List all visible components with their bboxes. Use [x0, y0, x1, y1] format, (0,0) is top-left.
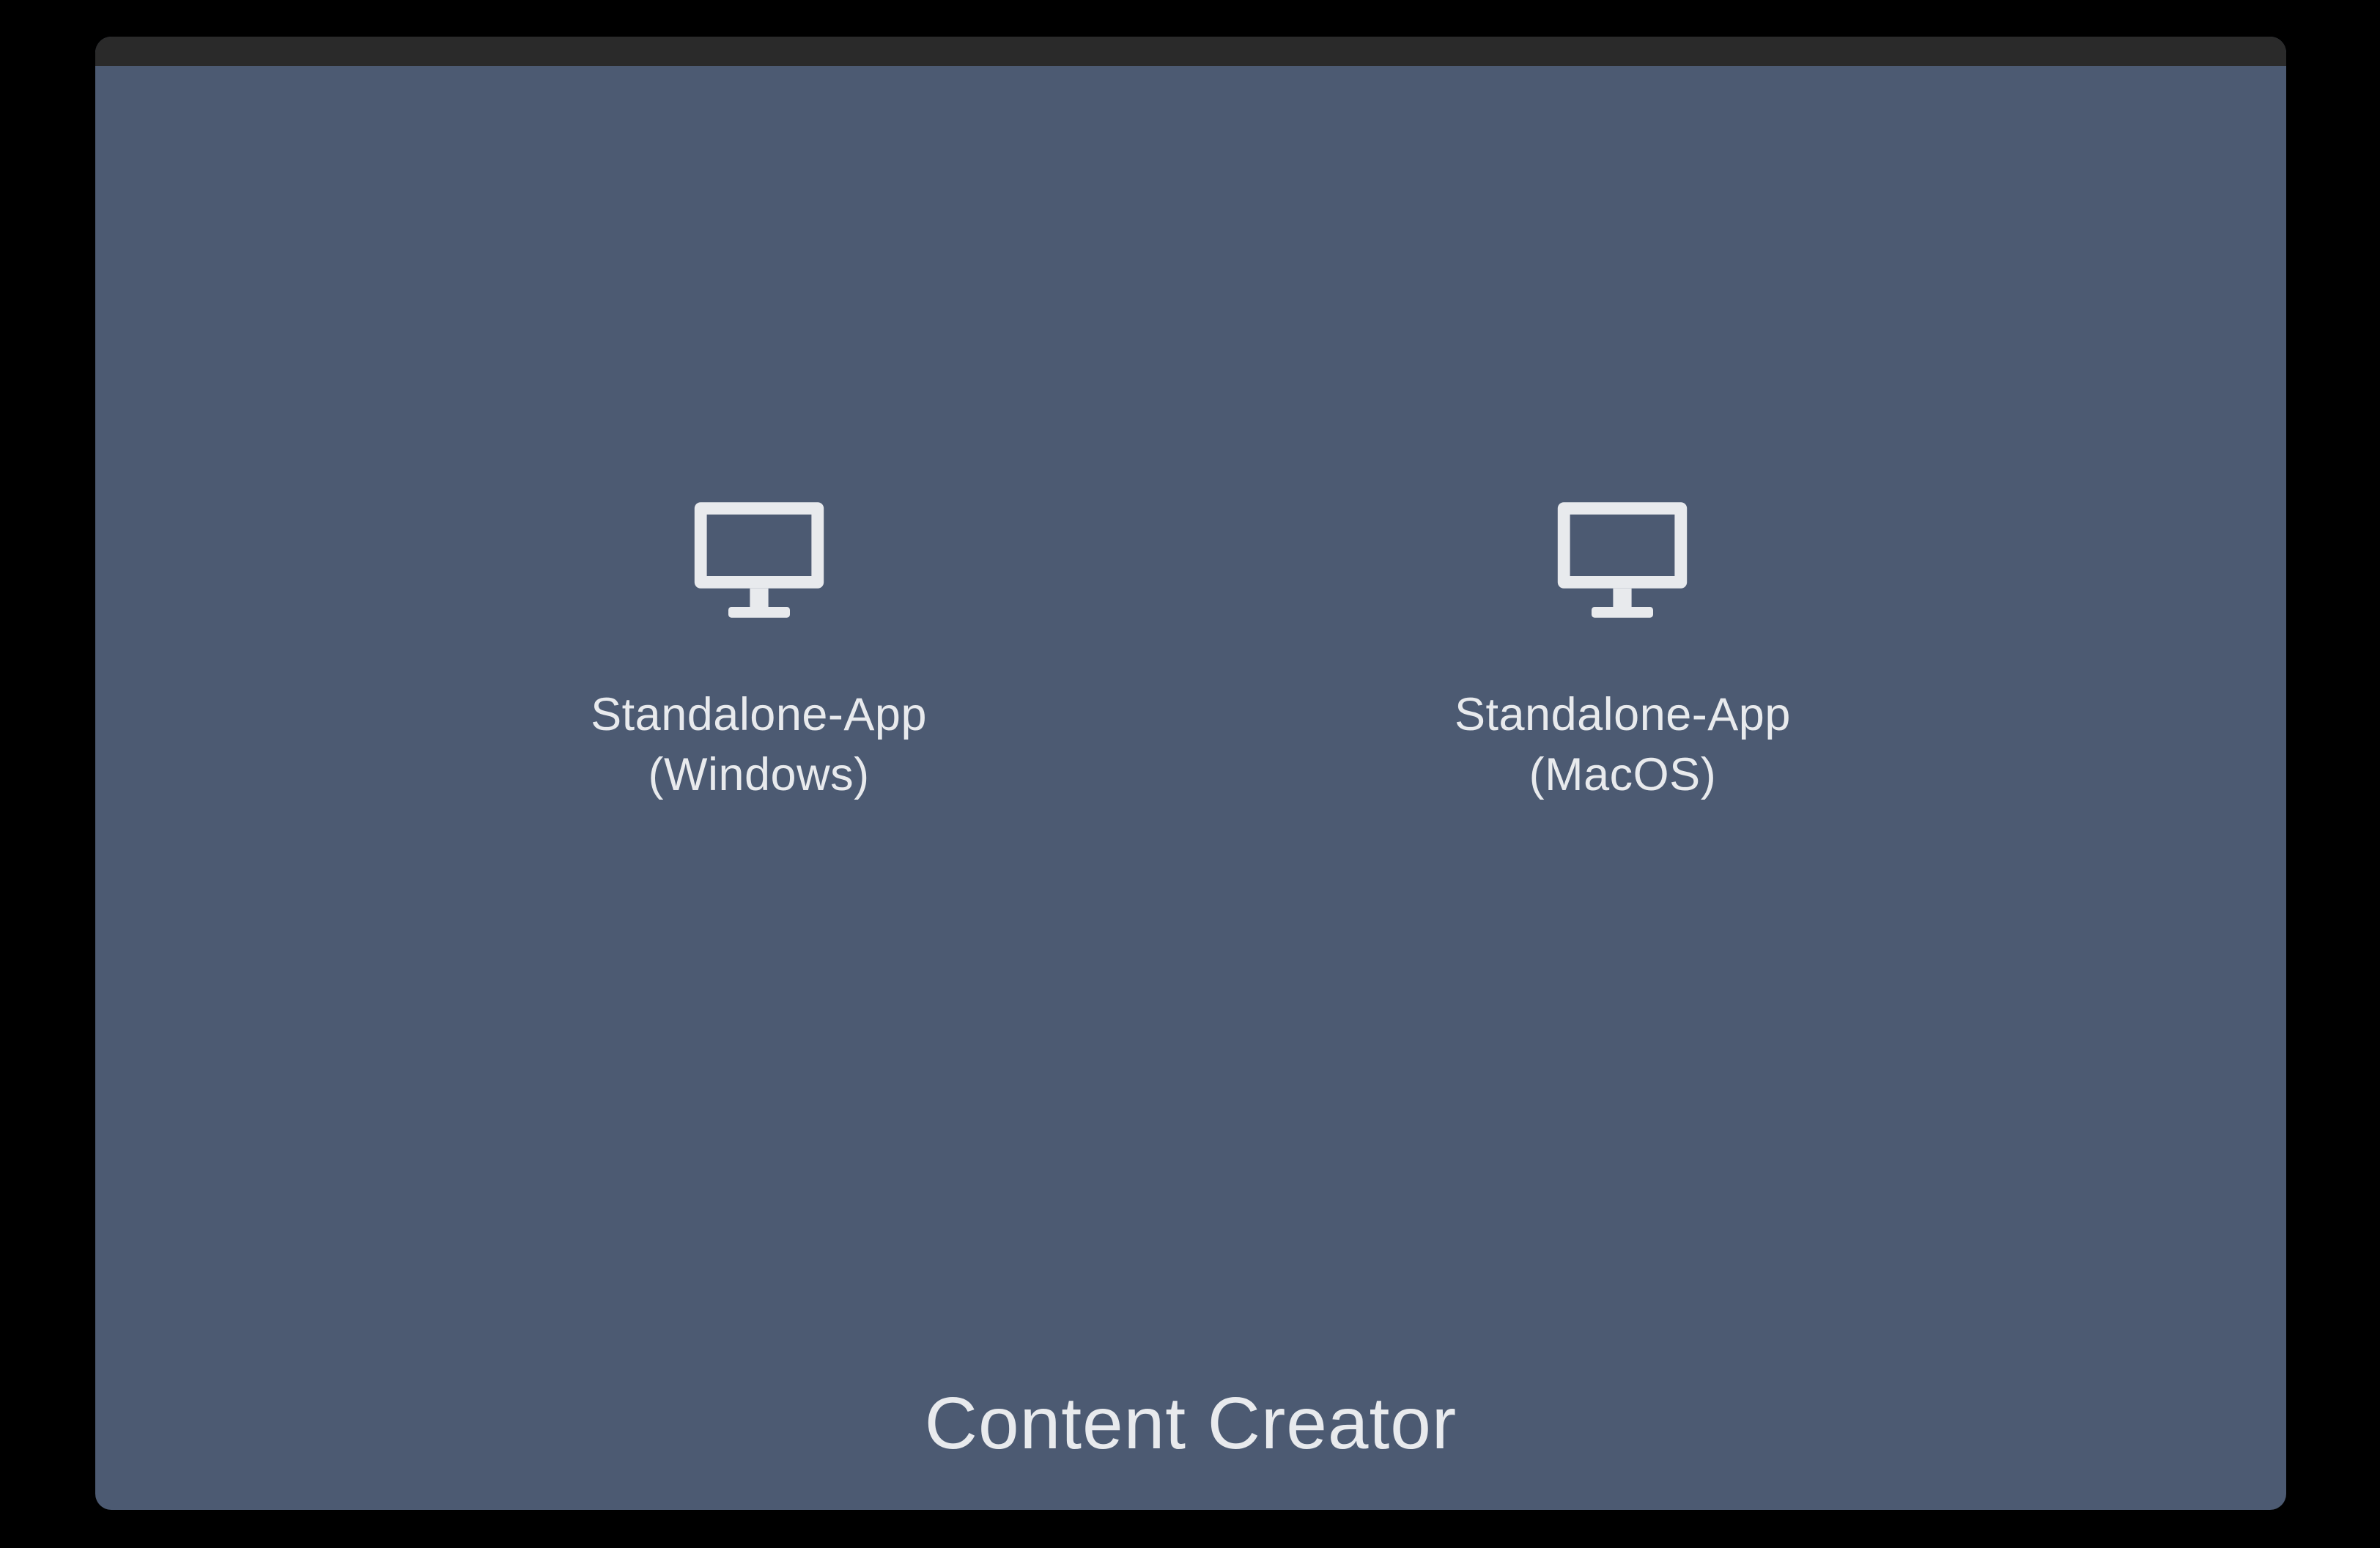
desktop-icon [1545, 484, 1699, 641]
option-windows[interactable]: Standalone-App (Windows) [591, 484, 927, 806]
option-macos-label: Standalone-App (MacOS) [1455, 685, 1791, 806]
options-row: Standalone-App (Windows) Standalone-App … [95, 484, 2286, 806]
window-titlebar [95, 37, 2286, 66]
option-windows-label: Standalone-App (Windows) [591, 685, 927, 806]
app-window: Standalone-App (Windows) Standalone-App … [95, 37, 2286, 1510]
page-title: Content Creator [95, 1382, 2286, 1466]
option-macos[interactable]: Standalone-App (MacOS) [1455, 484, 1791, 806]
desktop-icon [682, 484, 836, 641]
content-area: Standalone-App (Windows) Standalone-App … [95, 66, 2286, 1510]
